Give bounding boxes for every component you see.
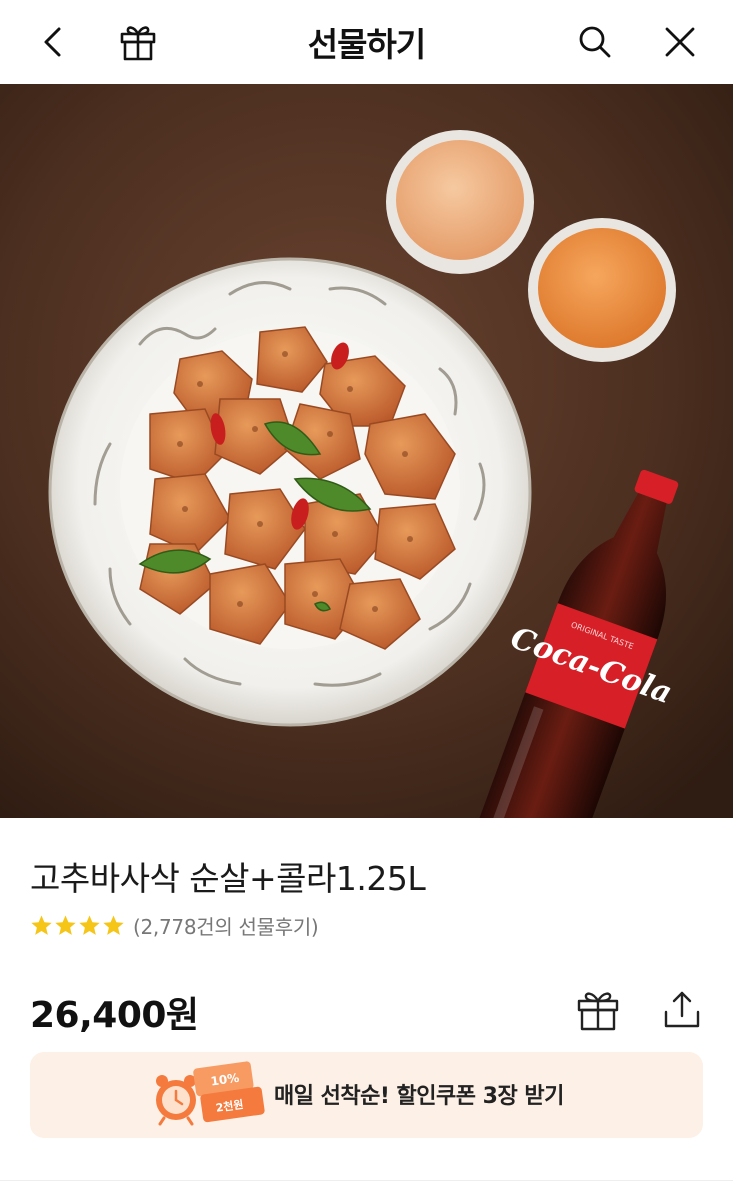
page-title: 선물하기 <box>307 25 426 64</box>
top-app-bar: 선물하기 <box>0 0 733 84</box>
share-button[interactable] <box>656 984 708 1036</box>
close-button[interactable] <box>652 14 708 70</box>
coupon-banner[interactable]: 10% 2천원 매일 선착순! 할인쿠폰 3장 받기 <box>30 1052 703 1138</box>
star-icon <box>79 914 100 935</box>
star-rating <box>30 914 125 937</box>
star-icon <box>103 914 124 935</box>
gift-icon <box>577 992 619 1031</box>
product-price: 26,400원 <box>30 995 199 1036</box>
close-icon <box>665 27 695 57</box>
product-image: Coca-Cola ORIGINAL TASTE <box>0 84 733 818</box>
rating-row[interactable]: (2,778건의 선물후기) <box>30 910 319 940</box>
product-name: 고추바사삭 순살+콜라1.25L <box>30 859 426 898</box>
share-icon <box>664 991 700 1028</box>
review-count: (2,778건의 선물후기) <box>133 914 319 939</box>
divider <box>0 1180 733 1181</box>
coupon-text: 매일 선착순! 할인쿠폰 3장 받기 <box>274 1084 564 1109</box>
search-icon <box>579 26 611 58</box>
search-button[interactable] <box>567 14 623 70</box>
star-icon <box>31 914 52 935</box>
coupon-alarm-icon: 10% 2천원 <box>156 1061 265 1126</box>
star-icon <box>55 914 76 935</box>
gift-button[interactable] <box>572 984 624 1036</box>
